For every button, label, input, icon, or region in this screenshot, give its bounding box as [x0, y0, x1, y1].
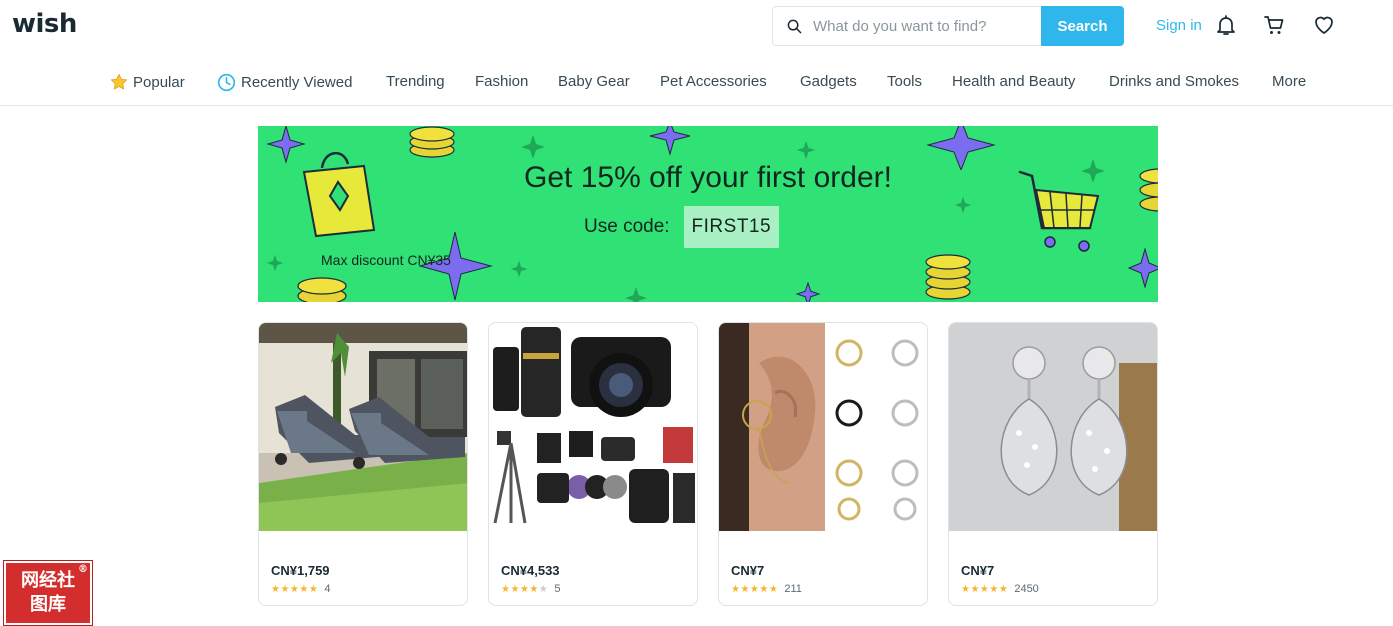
wish-logo[interactable]: wish — [12, 9, 77, 39]
coins-icon — [409, 126, 455, 158]
review-count: 4 — [324, 583, 331, 595]
category-drinks-smokes[interactable]: Drinks and Smokes — [1109, 73, 1239, 90]
category-popular[interactable]: Popular — [110, 73, 185, 91]
search-input[interactable] — [813, 7, 1041, 45]
sign-in-link[interactable]: Sign in — [1156, 17, 1202, 34]
product-price: CN¥7 — [961, 563, 995, 578]
bell-icon[interactable] — [1214, 13, 1238, 37]
category-recently-viewed[interactable]: Recently Viewed — [217, 73, 352, 92]
promo-code-row: Use code: FIRST15 — [584, 206, 780, 248]
product-card[interactable]: CN¥4,533 ★★★★★ 5 — [488, 322, 698, 606]
top-header: wish Search Sign in — [0, 0, 1393, 52]
review-count: 2450 — [1014, 583, 1039, 595]
registered-mark: ® — [78, 564, 88, 575]
category-nav: Popular Recently Viewed Trending Fashion… — [0, 60, 1393, 106]
star-icon — [110, 73, 128, 90]
category-health-beauty[interactable]: Health and Beauty — [952, 73, 1075, 90]
sparkle-icon — [796, 282, 820, 302]
max-discount-text: Max discount CN¥35 — [321, 252, 451, 268]
product-image[interactable] — [949, 323, 1157, 531]
category-gadgets[interactable]: Gadgets — [800, 73, 857, 90]
cart-icon[interactable] — [1262, 13, 1286, 37]
promo-code[interactable]: FIRST15 — [683, 206, 780, 248]
product-price: CN¥1,759 — [271, 563, 330, 578]
category-label: Recently Viewed — [241, 74, 353, 91]
product-image[interactable] — [489, 323, 697, 531]
category-fashion[interactable]: Fashion — [475, 73, 528, 90]
sparkle-icon — [649, 126, 691, 156]
heart-icon[interactable] — [1312, 13, 1336, 37]
product-image[interactable] — [719, 323, 927, 531]
promo-banner[interactable]: Get 15% off your first order! Use code: … — [258, 126, 1158, 302]
search-icon — [787, 19, 802, 34]
star-rating-icon: ★★★★★ — [271, 583, 319, 595]
product-image[interactable] — [259, 323, 467, 531]
sparkle-icon — [266, 254, 284, 272]
category-more[interactable]: More — [1272, 73, 1306, 90]
search-button[interactable]: Search — [1041, 6, 1124, 46]
watermark-line2: 图库 — [30, 594, 66, 615]
review-count: 5 — [554, 583, 561, 595]
product-card[interactable]: CN¥7 ★★★★★ 211 — [718, 322, 928, 606]
sparkle-icon — [510, 260, 528, 278]
search-box: Search — [772, 6, 1124, 46]
sparkle-icon — [521, 135, 545, 159]
star-rating-icon: ★★★★★ — [731, 583, 779, 595]
review-count: 211 — [784, 583, 802, 595]
coins-icon — [925, 254, 971, 300]
product-price: CN¥7 — [731, 563, 765, 578]
category-label: Popular — [133, 73, 185, 91]
category-trending[interactable]: Trending — [386, 73, 445, 90]
star-rating-icon: ★★★★★ — [501, 583, 549, 595]
watermark-stamp: ® 网经社 图库 — [3, 560, 93, 626]
product-rating: ★★★★★ 211 — [731, 583, 802, 595]
clock-icon — [217, 73, 236, 92]
product-card[interactable]: CN¥1,759 ★★★★★ 4 — [258, 322, 468, 606]
product-rating: ★★★★★ 4 — [271, 583, 330, 595]
sparkle-icon — [1128, 248, 1158, 288]
product-rating: ★★★★★ 5 — [501, 583, 560, 595]
product-card[interactable]: CN¥7 ★★★★★ 2450 — [948, 322, 1158, 606]
sparkle-icon — [954, 196, 972, 214]
banner-title: Get 15% off your first order! — [524, 161, 892, 194]
sparkle-icon — [796, 140, 816, 160]
sparkle-icon — [624, 286, 648, 302]
code-label: Use code: — [584, 216, 670, 237]
product-price: CN¥4,533 — [501, 563, 560, 578]
star-rating-icon: ★★★★★ — [961, 583, 1009, 595]
coins-icon — [297, 277, 347, 302]
product-rating: ★★★★★ 2450 — [961, 583, 1039, 595]
category-baby-gear[interactable]: Baby Gear — [558, 73, 630, 90]
category-tools[interactable]: Tools — [887, 73, 922, 90]
category-pet-accessories[interactable]: Pet Accessories — [660, 73, 767, 90]
